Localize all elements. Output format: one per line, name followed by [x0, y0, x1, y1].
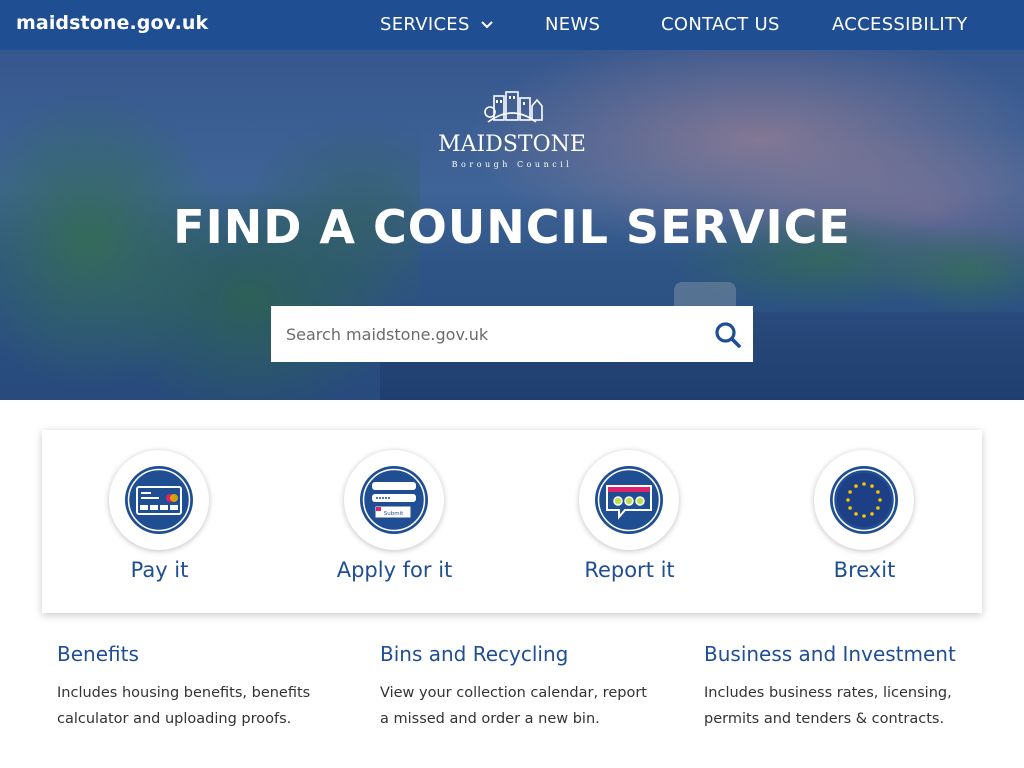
action-pay-it[interactable]: Pay it: [42, 450, 277, 600]
submit-icon-text: Submit: [384, 511, 404, 517]
site-home-link[interactable]: maidstone.gov.uk: [16, 12, 208, 34]
nav-news[interactable]: NEWS: [545, 14, 600, 35]
page-title: FIND A COUNCIL SERVICE: [173, 200, 851, 254]
search-icon: [715, 322, 741, 348]
action-brexit[interactable]: Brexit: [747, 450, 982, 600]
top-bar: maidstone.gov.uk SERVICES NEWS CONTACT U…: [0, 0, 1024, 50]
category-benefits: Benefits Includes housing benefits, bene…: [57, 642, 357, 732]
category-description: Includes housing benefits, benefits calc…: [57, 685, 311, 727]
logo-wordmark: MAIDSTONE: [438, 132, 586, 157]
category-title-link[interactable]: Business and Investment: [704, 642, 1004, 666]
nav-accessibility[interactable]: ACCESSIBILITY: [832, 14, 968, 35]
action-icon-circle: [814, 450, 914, 550]
chevron-down-icon: [481, 20, 493, 28]
search-button[interactable]: [711, 318, 745, 352]
action-icon-circle: [579, 450, 679, 550]
action-icon-circle: [109, 450, 209, 550]
action-label: Brexit: [833, 558, 896, 582]
category-bins-and-recycling: Bins and Recycling View your collection …: [380, 642, 680, 732]
quick-actions-panel: Pay it Submit Apply for it Report it Bre…: [42, 430, 982, 613]
action-label: Apply for it: [336, 558, 453, 582]
eu-flag-icon: [830, 466, 898, 534]
speech-bubble-icon: [595, 466, 663, 534]
category-title-link[interactable]: Benefits: [57, 642, 357, 666]
action-apply-for-it[interactable]: Submit Apply for it: [277, 450, 512, 600]
logo-subtitle: Borough Council: [451, 160, 573, 169]
nav-contact-us[interactable]: CONTACT US: [661, 14, 780, 35]
nav-services-label: SERVICES: [380, 14, 470, 35]
category-business-and-investment: Business and Investment Includes busines…: [704, 642, 1004, 732]
action-label: Report it: [584, 558, 675, 582]
action-label: Pay it: [130, 558, 189, 582]
form-submit-icon: Submit: [360, 466, 428, 534]
action-report-it[interactable]: Report it: [512, 450, 747, 600]
category-title-link[interactable]: Bins and Recycling: [380, 642, 680, 666]
category-description: Includes business rates, licensing, perm…: [704, 685, 952, 727]
search-input[interactable]: [271, 306, 691, 362]
nav-services[interactable]: SERVICES: [380, 14, 494, 35]
category-description: View your collection calendar, report a …: [380, 685, 647, 727]
action-icon-circle: Submit: [344, 450, 444, 550]
payment-card-icon: [125, 466, 193, 534]
search-box: [271, 306, 753, 362]
hero-banner: MAIDSTONE Borough Council FIND A COUNCIL…: [0, 50, 1024, 400]
